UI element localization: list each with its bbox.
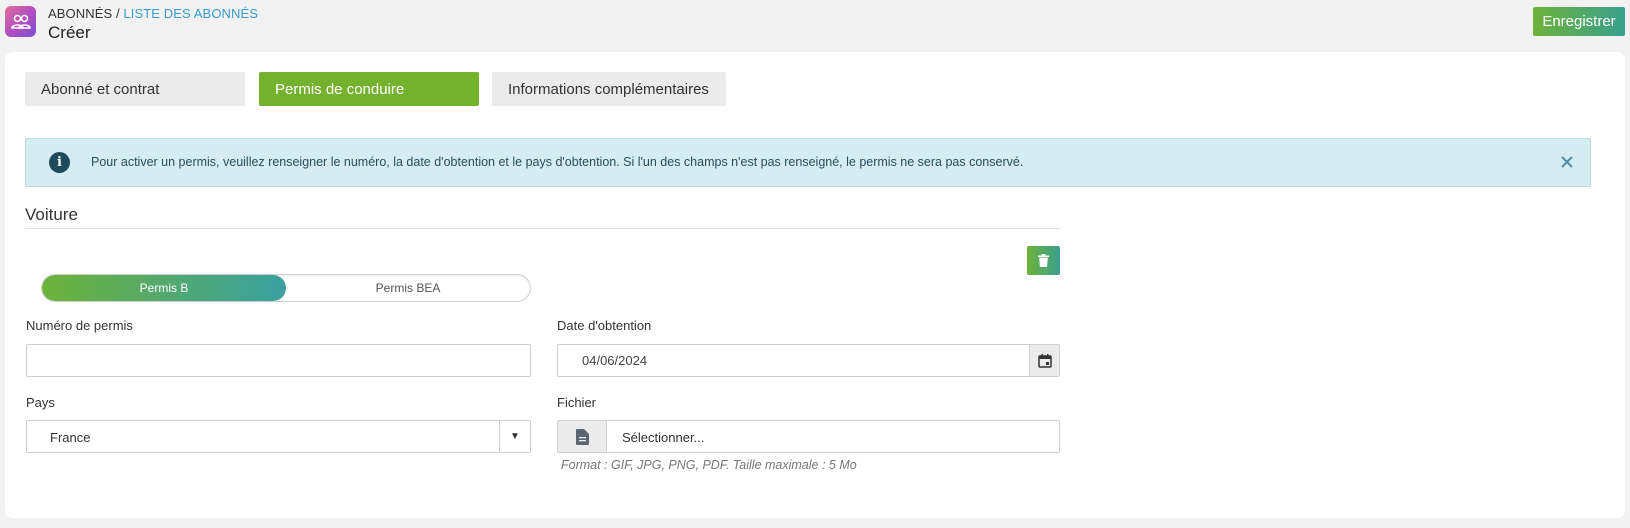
file-icon xyxy=(575,428,589,445)
license-number-input[interactable] xyxy=(27,345,530,376)
obtain-date-label: Date d'obtention xyxy=(557,318,652,333)
license-number-label: Numéro de permis xyxy=(26,318,133,333)
app-icon xyxy=(5,6,36,37)
obtain-date-input[interactable] xyxy=(558,345,1059,376)
tab-additional-info[interactable]: Informations complémentaires xyxy=(492,72,726,106)
file-select-text[interactable]: Sélectionner... xyxy=(622,430,704,445)
tab-subscriber-contract[interactable]: Abonné et contrat xyxy=(25,72,245,106)
file-upload-field[interactable]: Sélectionner... xyxy=(557,420,1060,453)
alert-text: Pour activer un permis, veuillez renseig… xyxy=(91,155,1024,169)
calendar-icon xyxy=(1037,353,1052,368)
country-label: Pays xyxy=(26,395,55,410)
chevron-down-icon[interactable]: ▼ xyxy=(499,421,530,452)
trash-icon xyxy=(1038,254,1049,267)
breadcrumb: ABONNÉS / LISTE DES ABONNÉS xyxy=(48,6,258,21)
delete-button[interactable] xyxy=(1027,246,1060,275)
breadcrumb-link-subscribers[interactable]: LISTE DES ABONNÉS xyxy=(123,6,258,21)
page-title: Créer xyxy=(48,23,91,42)
country-selected-value: France xyxy=(50,430,91,445)
toggle-option-permis-bea[interactable]: Permis BEA xyxy=(286,275,530,301)
info-icon: i xyxy=(49,152,70,173)
toggle-option-permis-b[interactable]: Permis B xyxy=(42,275,286,301)
info-alert: i Pour activer un permis, veuillez rense… xyxy=(25,138,1591,187)
license-number-field[interactable] xyxy=(26,344,531,377)
section-divider xyxy=(25,228,1060,229)
section-title: Voiture xyxy=(25,205,78,224)
breadcrumb-separator: / xyxy=(112,6,124,21)
breadcrumb-root: ABONNÉS xyxy=(48,6,113,21)
save-button[interactable]: Enregistrer xyxy=(1533,7,1625,36)
file-format-hint: Format : GIF, JPG, PNG, PDF. Taille maxi… xyxy=(561,458,857,472)
calendar-button[interactable] xyxy=(1029,345,1059,376)
file-label: Fichier xyxy=(557,395,597,410)
obtain-date-field[interactable] xyxy=(557,344,1060,377)
close-icon[interactable] xyxy=(1556,151,1578,173)
file-icon-button[interactable] xyxy=(558,421,607,452)
users-icon xyxy=(10,14,31,29)
license-type-toggle[interactable]: Permis B Permis BEA xyxy=(41,274,531,302)
country-select[interactable]: France ▼ xyxy=(26,420,531,453)
tab-driving-license[interactable]: Permis de conduire xyxy=(259,72,479,106)
